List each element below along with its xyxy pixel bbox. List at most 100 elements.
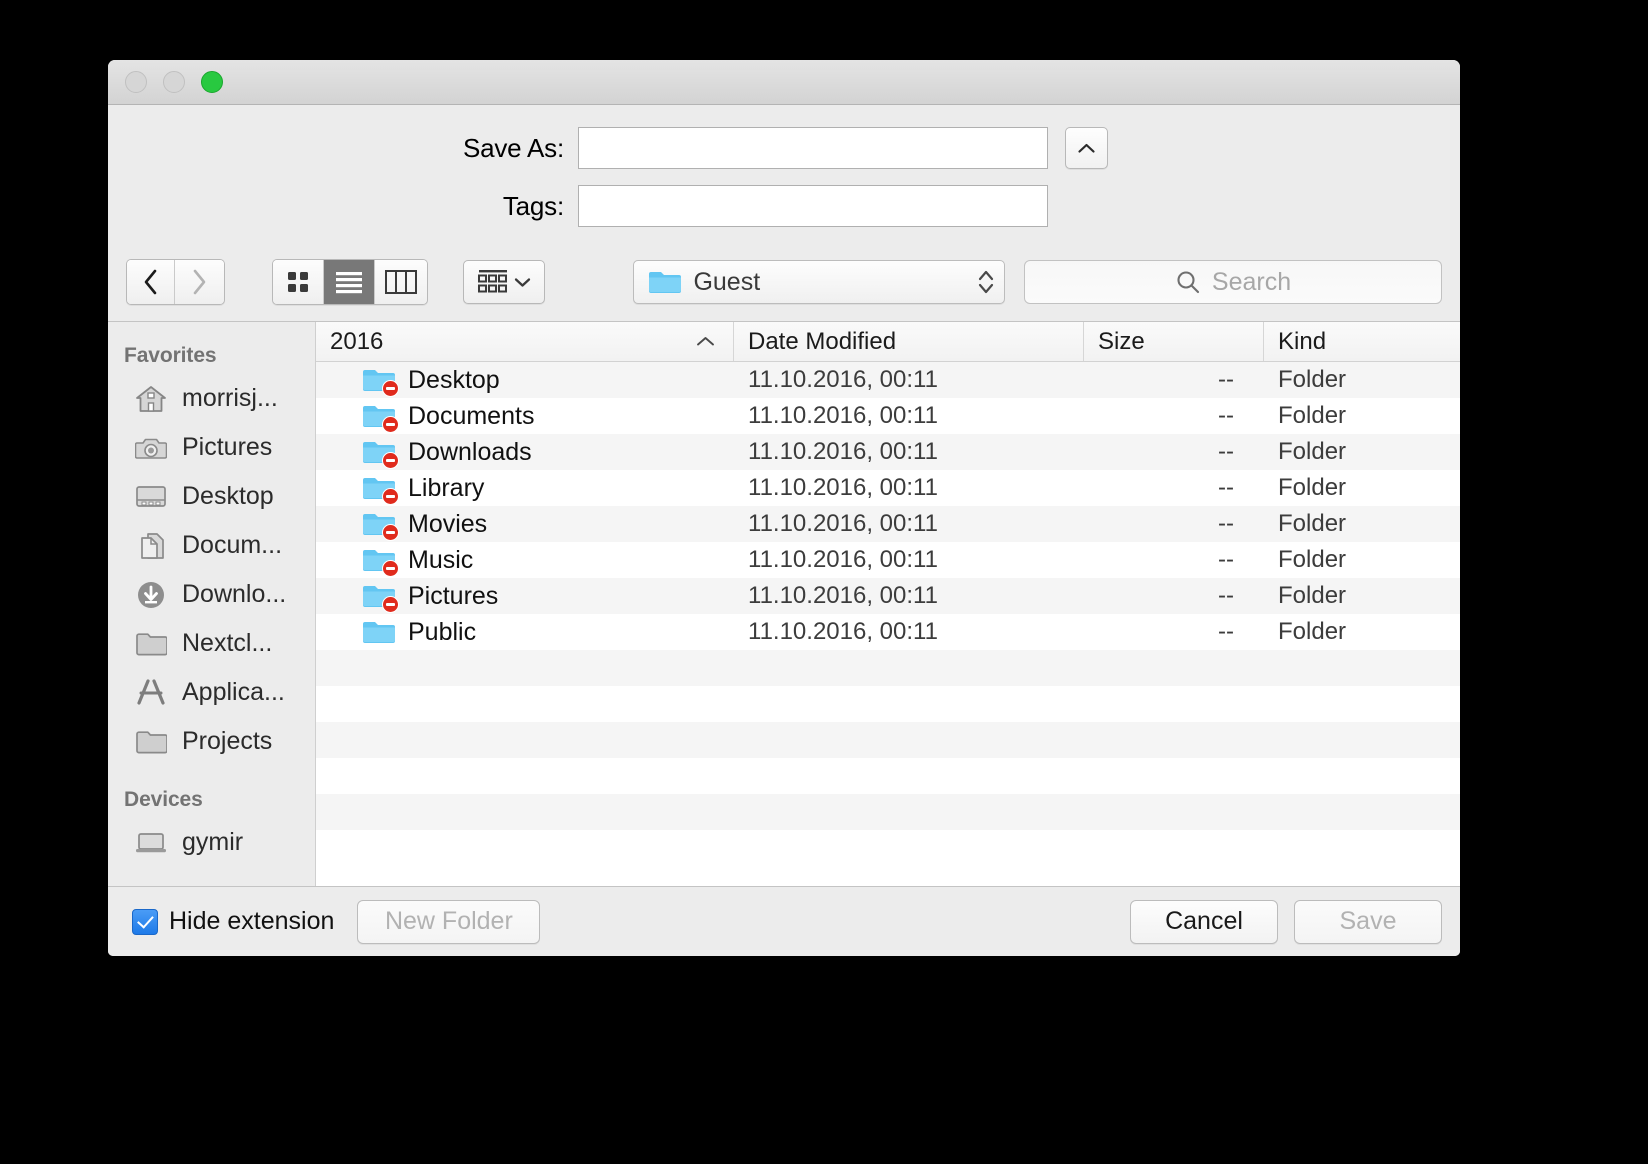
table-row[interactable]: Movies11.10.2016, 00:11--Folder <box>316 506 1460 542</box>
restricted-badge-icon <box>382 452 399 469</box>
sidebar: Favorites morrisj... <box>108 322 316 886</box>
download-icon <box>134 580 168 610</box>
table-row[interactable]: Music11.10.2016, 00:11--Folder <box>316 542 1460 578</box>
file-name-label: Music <box>408 546 473 575</box>
column-header-size[interactable]: Size <box>1084 322 1264 361</box>
list-view-button[interactable] <box>324 260 375 304</box>
up-down-stepper-icon <box>976 267 996 297</box>
sidebar-item-label: Docum... <box>182 531 282 560</box>
monitor-icon <box>134 482 168 512</box>
file-list-body: Desktop11.10.2016, 00:11--Folder Documen… <box>316 362 1460 886</box>
arrange-by-button[interactable] <box>463 260 546 304</box>
hide-extension-label: Hide extension <box>169 907 334 936</box>
table-row[interactable]: Downloads11.10.2016, 00:11--Folder <box>316 434 1460 470</box>
column-header-kind[interactable]: Kind <box>1264 322 1460 361</box>
file-name-label: Desktop <box>408 366 500 395</box>
sidebar-section-devices-title: Devices <box>108 780 315 818</box>
minimize-button[interactable] <box>163 71 185 93</box>
table-row-empty <box>316 830 1460 866</box>
cell-file-name: Library <box>316 474 734 503</box>
sidebar-item-nextcloud[interactable]: Nextcl... <box>108 619 315 668</box>
sidebar-item-label: Applica... <box>182 678 285 707</box>
tags-row: Tags: <box>108 185 1460 227</box>
finder-toolbar: Guest Search <box>108 259 1460 321</box>
sidebar-item-label: morrisj... <box>182 384 278 413</box>
search-placeholder: Search <box>1212 268 1291 297</box>
checkbox-box <box>132 909 158 935</box>
back-button[interactable] <box>127 260 175 304</box>
sidebar-item-desktop[interactable]: Desktop <box>108 472 315 521</box>
column-header-date-modified[interactable]: Date Modified <box>734 322 1084 361</box>
hide-extension-checkbox[interactable]: Hide extension <box>132 907 334 936</box>
cell-size: -- <box>1084 366 1264 394</box>
folder-icon <box>362 367 396 393</box>
folder-icon <box>362 475 396 501</box>
file-list: 2016 Date Modified Size Kind Desktop11.1… <box>316 322 1460 886</box>
folder-icon <box>362 619 396 645</box>
cell-kind: Folder <box>1264 618 1460 646</box>
search-icon <box>1175 269 1201 295</box>
sidebar-item-gymir[interactable]: gymir <box>108 818 315 867</box>
file-name-label: Documents <box>408 402 534 431</box>
table-row[interactable]: Pictures 11.10.2016, 00:11--Folder <box>316 578 1460 614</box>
sidebar-item-pictures[interactable]: Pictures <box>108 423 315 472</box>
file-name-label: Movies <box>408 510 487 539</box>
tags-input[interactable] <box>578 185 1048 227</box>
dialog-footer: Hide extension New Folder Cancel Save <box>108 887 1460 956</box>
chevron-down-icon <box>514 277 531 288</box>
cell-date-modified: 11.10.2016, 00:11 <box>734 582 1084 610</box>
table-row[interactable]: Library11.10.2016, 00:11--Folder <box>316 470 1460 506</box>
tags-label: Tags: <box>108 191 578 222</box>
forward-button[interactable] <box>175 260 223 304</box>
folder-icon <box>134 727 168 757</box>
restricted-badge-icon <box>382 380 399 397</box>
sidebar-item-projects[interactable]: Projects <box>108 717 315 766</box>
sidebar-item-home[interactable]: morrisj... <box>108 374 315 423</box>
folder-icon <box>362 439 396 465</box>
cell-size: -- <box>1084 582 1264 610</box>
table-row[interactable]: Desktop11.10.2016, 00:11--Folder <box>316 362 1460 398</box>
cell-kind: Folder <box>1264 582 1460 610</box>
restricted-badge-icon <box>382 524 399 541</box>
expand-browser-button[interactable] <box>1065 127 1108 169</box>
sidebar-item-downloads[interactable]: Downlo... <box>108 570 315 619</box>
arrange-grid-icon <box>478 269 508 295</box>
restricted-badge-icon <box>382 416 399 433</box>
table-row[interactable]: Public11.10.2016, 00:11--Folder <box>316 614 1460 650</box>
file-list-header: 2016 Date Modified Size Kind <box>316 322 1460 362</box>
column-header-name[interactable]: 2016 <box>316 322 734 361</box>
table-row[interactable]: Documents11.10.2016, 00:11--Folder <box>316 398 1460 434</box>
cell-size: -- <box>1084 438 1264 466</box>
folder-icon <box>648 269 682 296</box>
icon-view-button[interactable] <box>273 260 324 304</box>
camera-icon <box>134 433 168 463</box>
cell-size: -- <box>1084 402 1264 430</box>
search-field[interactable]: Search <box>1024 260 1442 304</box>
title-bar <box>108 60 1460 105</box>
file-name-label: Pictures <box>408 582 498 611</box>
sidebar-item-label: Pictures <box>182 433 272 462</box>
close-button[interactable] <box>125 71 147 93</box>
cell-kind: Folder <box>1264 438 1460 466</box>
cell-date-modified: 11.10.2016, 00:11 <box>734 402 1084 430</box>
new-folder-button[interactable]: New Folder <box>357 900 540 944</box>
folder-icon <box>134 629 168 659</box>
cell-date-modified: 11.10.2016, 00:11 <box>734 474 1084 502</box>
sidebar-item-label: gymir <box>182 828 243 857</box>
cancel-button[interactable]: Cancel <box>1130 900 1278 944</box>
folder-icon <box>362 403 396 429</box>
navigation-segment <box>126 259 225 305</box>
zoom-button[interactable] <box>201 71 223 93</box>
drive-icon <box>134 828 168 858</box>
path-popup-button[interactable]: Guest <box>633 260 1005 304</box>
sidebar-item-documents[interactable]: Docum... <box>108 521 315 570</box>
cell-kind: Folder <box>1264 546 1460 574</box>
cell-date-modified: 11.10.2016, 00:11 <box>734 510 1084 538</box>
save-as-input[interactable] <box>578 127 1048 169</box>
save-button[interactable]: Save <box>1294 900 1442 944</box>
cell-date-modified: 11.10.2016, 00:11 <box>734 438 1084 466</box>
browser-content: Favorites morrisj... <box>108 321 1460 887</box>
sidebar-section-favorites-title: Favorites <box>108 336 315 374</box>
column-view-button[interactable] <box>375 260 426 304</box>
sidebar-item-applications[interactable]: Applica... <box>108 668 315 717</box>
